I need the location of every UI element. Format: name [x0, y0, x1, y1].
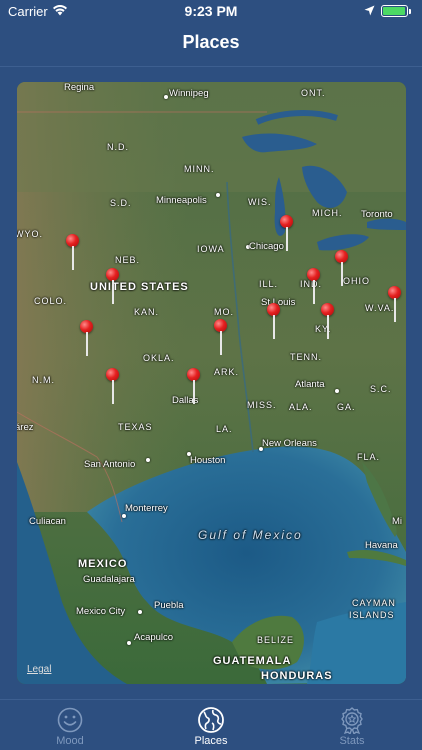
map-label-guadalajara: Guadalajara	[83, 574, 135, 585]
map-label-la: LA.	[216, 424, 233, 434]
map-label-havana: Havana	[365, 540, 398, 551]
map-label-mexico: MEXICO	[78, 558, 128, 570]
globe-icon	[198, 707, 224, 733]
tab-mood[interactable]: Mood	[0, 700, 140, 750]
map-label-iowa: IOWA	[197, 244, 225, 254]
map-label-monterrey: Monterrey	[125, 503, 168, 514]
location-arrow-icon	[364, 5, 375, 16]
city-dot	[146, 458, 150, 462]
map-label-winnipeg: Winnipeg	[169, 88, 209, 99]
status-time: 9:23 PM	[184, 3, 238, 19]
tab-stats-label: Stats	[339, 735, 365, 747]
map-label-cayman: CAYMAN	[352, 598, 396, 608]
map-label-miss: MISS.	[247, 400, 277, 410]
tab-places-label: Places	[194, 735, 228, 747]
map-label-ont: ONT.	[301, 88, 326, 98]
map-pin[interactable]	[80, 320, 94, 358]
map-label-mich: MICH.	[312, 208, 343, 218]
map-pin[interactable]	[321, 303, 335, 341]
map-label-okla: OKLA.	[143, 353, 175, 363]
map-pin[interactable]	[335, 250, 349, 288]
map-label-wyo: WYO.	[17, 229, 43, 239]
map-label-nd: N.D.	[107, 142, 129, 152]
map-label-new-orleans: New Orleans	[262, 438, 317, 449]
city-dot	[127, 641, 131, 645]
map-label-wis: WIS.	[248, 197, 272, 207]
page-title: Places	[182, 32, 240, 52]
city-dot	[216, 193, 220, 197]
screen: Carrier 9:23 PM Places Regina Winnipeg O…	[0, 0, 422, 750]
map-label-kan: KAN.	[134, 307, 160, 317]
map-label-ga: GA.	[337, 402, 356, 412]
map-label-tenn: TENN.	[290, 352, 322, 362]
map-label-minn: MINN.	[184, 164, 215, 174]
award-ribbon-icon	[341, 707, 363, 734]
map-label-ala: ALA.	[289, 402, 313, 412]
map-label-ill: ILL.	[259, 279, 279, 289]
map-pin[interactable]	[106, 368, 120, 406]
map-pin[interactable]	[66, 234, 80, 272]
city-dot	[164, 95, 168, 99]
map-pin[interactable]	[388, 286, 402, 324]
tab-stats[interactable]: Stats	[282, 700, 422, 750]
nav-divider	[0, 66, 422, 67]
map-pin[interactable]	[267, 303, 281, 341]
battery-tip	[409, 9, 411, 14]
battery-icon	[381, 5, 408, 17]
smiley-icon	[57, 707, 83, 733]
map-label-guatemala: GUATEMALA	[213, 655, 292, 667]
map-label-islands: ISLANDS	[349, 610, 395, 620]
map-label-puebla: Puebla	[154, 600, 184, 611]
map-label-regina: Regina	[64, 82, 95, 93]
map-label-sc: S.C.	[370, 384, 392, 394]
map-label-united-states: UNITED STATES	[90, 281, 189, 293]
map-label-mexico-city: Mexico City	[76, 606, 126, 617]
city-dot	[122, 514, 126, 518]
map-label-juarez: árez	[17, 422, 34, 433]
city-dot	[138, 610, 142, 614]
map-label-san-antonio: San Antonio	[84, 459, 136, 470]
map-label-atlanta: Atlanta	[295, 379, 325, 390]
map-legal-link[interactable]: Legal	[27, 664, 51, 675]
map-label-chicago: Chicago	[249, 241, 284, 252]
map-label-mi: Mi	[392, 516, 403, 527]
map-label-ark: ARK.	[214, 367, 240, 377]
map-label-nm: N.M.	[32, 375, 55, 385]
map-label-neb: NEB.	[115, 255, 141, 265]
map-label-belize: BELIZE	[257, 635, 295, 645]
map-label-acapulco: Acapulco	[134, 632, 174, 643]
map-pin[interactable]	[106, 268, 120, 306]
status-bar: Carrier 9:23 PM	[0, 0, 422, 22]
city-dot	[335, 389, 339, 393]
tab-places[interactable]: Places	[141, 700, 281, 750]
map-pin[interactable]	[214, 319, 228, 357]
map-label-gulf: Gulf of Mexico	[198, 528, 303, 542]
map-label-sd: S.D.	[110, 198, 132, 208]
map-pin[interactable]	[187, 368, 201, 406]
map-label-texas: TEXAS	[118, 422, 153, 432]
tab-bar: Mood Places Stats	[0, 699, 422, 750]
map-label-houston: Houston	[190, 455, 226, 466]
map-pin[interactable]	[307, 268, 321, 306]
map-pin[interactable]	[280, 215, 294, 253]
map-label-fla: FLA.	[357, 452, 381, 462]
map-label-mo: MO.	[214, 307, 234, 317]
map-label-colo: COLO.	[34, 296, 68, 306]
tab-mood-label: Mood	[56, 735, 84, 747]
map-label-culiacan: Culiacan	[29, 516, 66, 527]
map-label-honduras: HONDURAS	[261, 670, 333, 682]
map-label-toronto: Toronto	[361, 209, 393, 220]
map-label-minneapolis: Minneapolis	[156, 195, 207, 206]
places-map[interactable]: Regina Winnipeg ONT. N.D. MINN. Minneapo…	[17, 82, 406, 684]
